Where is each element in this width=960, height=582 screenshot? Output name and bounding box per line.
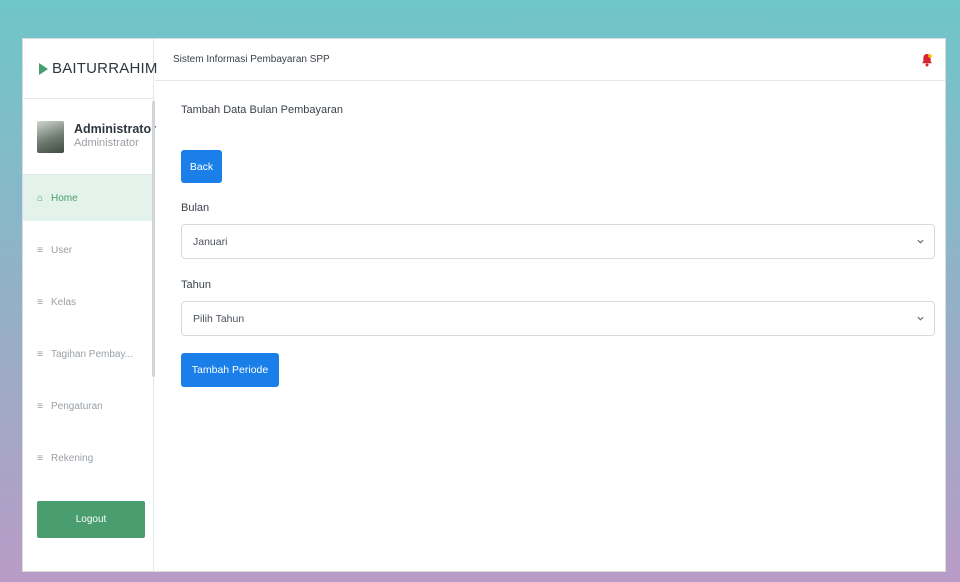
sidebar-item-label: Pengaturan xyxy=(51,400,103,412)
bulan-label: Bulan xyxy=(181,202,210,214)
sidebar: BAITURRAHIM Administrator Administrator … xyxy=(23,39,157,571)
profile-name: Administrator xyxy=(74,122,156,137)
app-window: BAITURRAHIM Administrator Administrator … xyxy=(22,38,946,572)
sidebar-item-label: User xyxy=(51,244,73,256)
main-content: Tambah Data Bulan Pembayaran Back Bulan … xyxy=(155,82,945,571)
avatar xyxy=(37,120,64,153)
sidebar-item-home[interactable]: ⌂ Home xyxy=(23,175,153,221)
bell-icon[interactable] xyxy=(921,53,933,67)
home-icon: ⌂ xyxy=(36,192,44,204)
profile-role: Administrator xyxy=(74,137,139,150)
menu-lines-icon: ≡ xyxy=(37,452,43,464)
top-bar: Sistem Informasi Pembayaran SPP xyxy=(155,39,945,81)
sidebar-item-pengaturan[interactable]: ≡ Pengaturan xyxy=(23,383,153,429)
sidebar-item-kelas[interactable]: ≡ Kelas xyxy=(23,279,153,325)
sidebar-item-label: Rekening xyxy=(51,452,94,464)
chevron-down-icon xyxy=(917,239,924,244)
menu-lines-icon: ≡ xyxy=(37,296,43,308)
page-title: Tambah Data Bulan Pembayaran xyxy=(181,104,344,116)
play-triangle-icon xyxy=(39,62,48,75)
sidebar-item-rekening[interactable]: ≡ Rekening xyxy=(23,435,153,481)
sidebar-item-user[interactable]: ≡ User xyxy=(23,227,153,273)
brand-name: BAITURRAHIM xyxy=(52,60,158,77)
tahun-label: Tahun xyxy=(181,279,211,291)
tahun-select[interactable]: Pilih Tahun xyxy=(181,301,935,336)
back-button[interactable]: Back xyxy=(181,150,222,183)
bulan-select[interactable]: Januari xyxy=(181,224,935,259)
brand[interactable]: BAITURRAHIM xyxy=(23,39,157,99)
tambah-periode-button[interactable]: Tambah Periode xyxy=(181,353,279,387)
bulan-selected-value: Januari xyxy=(193,235,228,248)
tahun-selected-value: Pilih Tahun xyxy=(193,312,245,325)
sidebar-menu: ⌂ Home ≡ User ≡ Kelas ≡ Tagihan Pembay..… xyxy=(23,175,153,481)
app-title: Sistem Informasi Pembayaran SPP xyxy=(173,54,330,65)
logout-button[interactable]: Logout xyxy=(37,501,145,538)
user-profile: Administrator Administrator xyxy=(23,99,156,175)
chevron-down-icon xyxy=(917,316,924,321)
sidebar-item-label: Tagihan Pembay... xyxy=(51,348,134,360)
menu-lines-icon: ≡ xyxy=(37,348,43,360)
menu-lines-icon: ≡ xyxy=(37,400,43,412)
sidebar-item-label: Home xyxy=(51,192,78,204)
menu-lines-icon: ≡ xyxy=(37,244,43,256)
sidebar-item-tagihan[interactable]: ≡ Tagihan Pembay... xyxy=(23,331,153,377)
sidebar-item-label: Kelas xyxy=(51,296,77,308)
